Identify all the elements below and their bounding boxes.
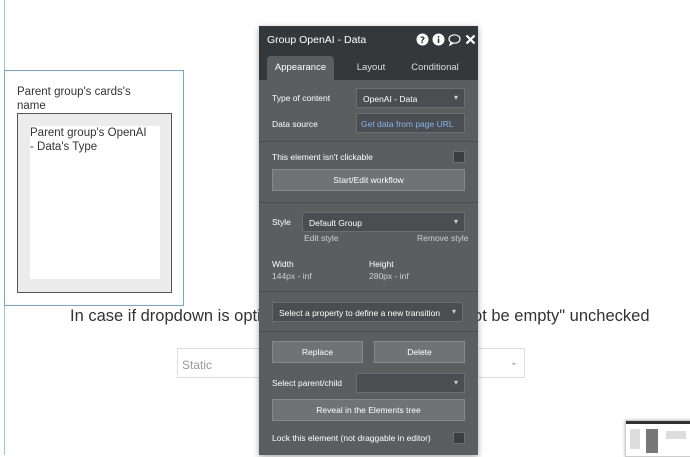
style-select[interactable]: Default Group ▾	[302, 212, 465, 232]
not-clickable-label: This element isn't clickable	[272, 152, 373, 162]
edit-style-link[interactable]: Edit style	[304, 233, 339, 243]
delete-button[interactable]: Delete	[374, 341, 465, 363]
card-type-text: Parent group's OpenAI - Data's Type	[30, 127, 147, 153]
divider	[259, 331, 478, 332]
start-edit-workflow-button[interactable]: Start/Edit workflow	[272, 169, 465, 191]
height-label: Height	[369, 259, 394, 269]
transition-placeholder: Select a property to define a new transi…	[279, 308, 441, 318]
lock-element-label: Lock this element (not draggable in edit…	[272, 433, 431, 443]
thumbnail-block	[630, 429, 640, 449]
chevron-down-icon: ▾	[453, 378, 458, 387]
static-dropdown[interactable]: Static	[177, 348, 259, 378]
tab-appearance[interactable]: Appearance	[267, 56, 334, 80]
lock-element-checkbox[interactable]	[453, 432, 465, 444]
info-icon[interactable]	[432, 33, 445, 46]
thumbnail-bar	[626, 421, 690, 424]
panel-header[interactable]: Group OpenAI - Data ?	[259, 26, 478, 54]
width-value[interactable]: 144px - inf	[272, 271, 312, 281]
replace-button[interactable]: Replace	[272, 341, 363, 363]
dropdown-right-part[interactable]: ⌄	[478, 348, 525, 378]
thumbnail-block	[646, 429, 658, 453]
divider	[259, 291, 478, 292]
chevron-down-icon: ▾	[451, 307, 456, 316]
parent-group[interactable]: Parent group's cards's name Parent group…	[4, 70, 184, 306]
type-of-content-select[interactable]: OpenAI - Data ▾	[356, 88, 465, 108]
divider	[259, 141, 478, 142]
thumbnail-block	[666, 431, 686, 439]
type-of-content-value: OpenAI - Data	[363, 94, 418, 104]
panel-title: Group OpenAI - Data	[267, 34, 367, 46]
chevron-down-icon: ▾	[453, 93, 458, 102]
divider	[259, 202, 478, 203]
type-of-content-label: Type of content	[272, 93, 331, 103]
select-parent-child-select[interactable]: ▾	[356, 373, 465, 393]
remove-style-link[interactable]: Remove style	[417, 233, 469, 243]
data-source-field[interactable]: Get data from page URL	[356, 113, 465, 133]
reveal-in-elements-tree-button[interactable]: Reveal in the Elements tree	[272, 399, 465, 421]
chevron-down-icon: ▾	[453, 217, 458, 226]
comment-icon[interactable]	[448, 33, 461, 46]
tab-conditional[interactable]: Conditional	[405, 56, 465, 80]
style-value: Default Group	[309, 218, 362, 228]
style-label: Style	[272, 217, 291, 227]
parent-group-label: Parent group's cards's name	[17, 86, 131, 112]
width-label: Width	[272, 259, 294, 269]
property-editor-panel[interactable]: Group OpenAI - Data ? Appearance Layout …	[259, 26, 478, 455]
select-parent-child-label: Select parent/child	[272, 378, 342, 388]
not-clickable-checkbox[interactable]	[453, 151, 465, 163]
tab-bar: Appearance Layout Conditional	[259, 54, 478, 80]
chevron-down-icon: ⌄	[509, 357, 518, 368]
question-icon[interactable]: ?	[416, 33, 429, 46]
height-value[interactable]: 280px - inf	[369, 271, 409, 281]
close-icon[interactable]	[464, 33, 477, 46]
transition-select[interactable]: Select a property to define a new transi…	[272, 302, 463, 322]
page-thumbnail[interactable]	[625, 420, 690, 457]
tab-layout[interactable]: Layout	[341, 56, 401, 80]
data-source-label: Data source	[272, 119, 318, 129]
svg-text:?: ?	[420, 36, 425, 46]
